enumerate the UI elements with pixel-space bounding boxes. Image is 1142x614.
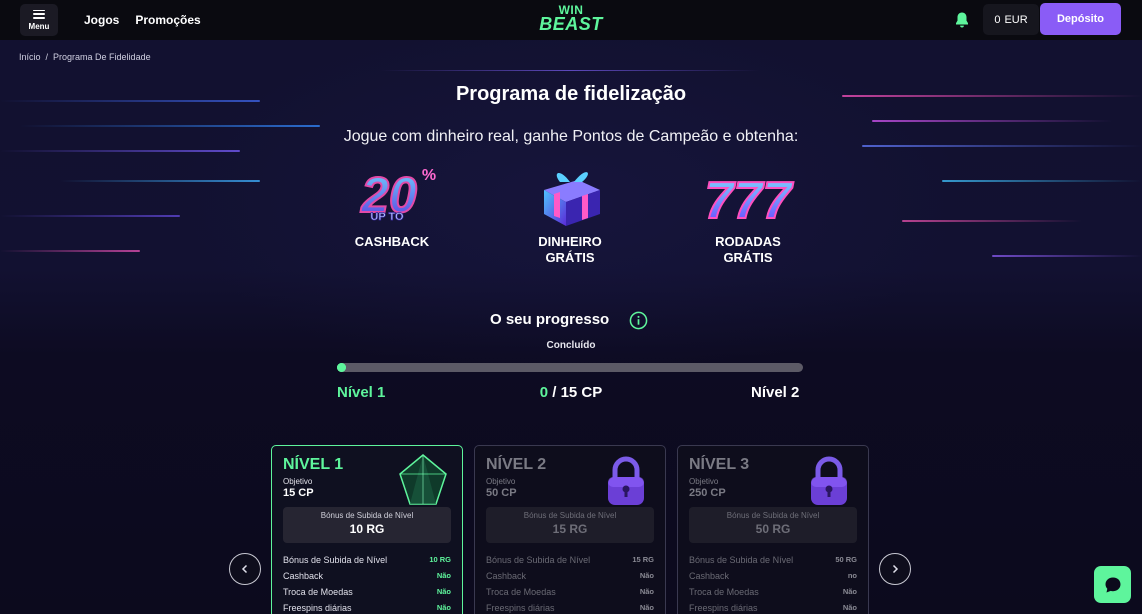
list-item: Bónus de Subida de Nível 10 RG <box>283 555 451 565</box>
list-item: Bónus de Subida de Nível 15 RG <box>486 555 654 565</box>
svg-text:777: 777 <box>705 172 794 230</box>
list-item: Bónus de Subida de Nível 50 RG <box>689 555 857 565</box>
breadcrumb-current: Programa De Fidelidade <box>53 52 151 62</box>
carousel-prev-button[interactable] <box>229 553 261 585</box>
menu-label: Menu <box>28 21 50 31</box>
progress-knob <box>337 363 346 372</box>
list-item: Cashback Não <box>283 571 451 581</box>
deposit-button[interactable]: Depósito <box>1040 3 1121 35</box>
level-card-1[interactable]: NÍVEL 1 Objetivo 15 CP Bónus de Subida d… <box>271 445 463 614</box>
progress-bar <box>337 363 803 372</box>
list-item: Cashback no <box>689 571 857 581</box>
nav-jogos[interactable]: Jogos <box>84 13 119 27</box>
bell-icon[interactable] <box>953 11 971 29</box>
green-crystal-icon <box>399 454 447 505</box>
progress-title: O seu progresso <box>490 311 610 328</box>
logo-beast: BEAST <box>539 14 603 34</box>
next-level: Nível 2 <box>751 384 800 401</box>
svg-text:UP TO: UP TO <box>370 211 404 223</box>
balance-amount: 0 <box>994 13 1001 26</box>
breadcrumb-home[interactable]: Início <box>19 52 41 62</box>
list-item: Freespins diárias Não <box>283 603 451 613</box>
padlock-icon <box>608 456 644 505</box>
benefit-rows: Bónus de Subida de Nível 10 RG Cashback Nã… <box>283 552 451 614</box>
benefit-label: CASHBACK <box>354 234 430 249</box>
page-subtitle: Jogue com dinheiro real, ganhe Pontos de… <box>343 128 799 145</box>
level-card-2[interactable]: NÍVEL 2 Objetivo 50 CP Bónus de Subida d… <box>474 445 666 614</box>
level-card-3[interactable]: NÍVEL 3 Objetivo 250 CP Bónus de Subida … <box>677 445 869 614</box>
info-icon[interactable] <box>629 311 648 330</box>
svg-text:%: % <box>422 167 436 184</box>
cashback-20-percent-icon: 20 % UP TO <box>322 162 462 230</box>
chat-bubble-icon <box>1105 577 1120 592</box>
chevron-right-icon <box>892 564 899 574</box>
gift-box-icon <box>500 162 640 230</box>
benefit-label: RODADAS GRÁTIS <box>715 234 781 265</box>
list-item: Troca de Moedas Não <box>486 587 654 597</box>
benefit-label: DINHEIRO GRÁTIS <box>538 234 602 265</box>
page-title: Programa de fidelização <box>455 83 687 105</box>
menu-button[interactable]: Menu <box>20 4 58 36</box>
points-target: 15 CP <box>560 384 603 401</box>
breadcrumb: Início / Programa De Fidelidade <box>19 52 151 62</box>
benefit-free-money: DINHEIRO GRÁTIS <box>500 162 640 266</box>
list-item: Freespins diárias Não <box>486 603 654 613</box>
balance-display[interactable]: 0 EUR <box>983 4 1039 35</box>
benefit-rows: Bónus de Subida de Nível 50 RG Cashback no… <box>689 552 857 614</box>
site-logo[interactable]: WIN BEAST <box>537 4 605 36</box>
list-item: Troca de Moedas Não <box>689 587 857 597</box>
nav-promocoes[interactable]: Promoções <box>135 13 200 27</box>
list-item: Troca de Moedas Não <box>283 587 451 597</box>
list-item: Freespins diárias Não <box>689 603 857 613</box>
points-current: 0 <box>539 384 549 401</box>
balance-currency: EUR <box>1004 13 1028 26</box>
benefit-rows: Bónus de Subida de Nível 15 RG Cashback Nã… <box>486 552 654 614</box>
level-up-bonus: Bónus de Subida de Nível 10 RG <box>283 507 451 543</box>
benefit-cashback: 20 % UP TO CASHBACK <box>322 162 462 250</box>
top-header: Menu Jogos Promoções WIN BEAST 0 EUR Dep… <box>0 0 1142 40</box>
level-up-bonus: Bónus de Subida de Nível 50 RG <box>689 507 857 543</box>
hamburger-icon <box>33 9 45 19</box>
padlock-icon <box>811 456 847 505</box>
progress-status: Concluído <box>546 340 596 351</box>
benefit-free-spins: 777 RODADAS GRÁTIS <box>678 162 818 266</box>
chevron-left-icon <box>241 564 248 574</box>
carousel-next-button[interactable] <box>879 553 911 585</box>
list-item: Cashback Não <box>486 571 654 581</box>
points-readout: 0 / 15 CP <box>539 384 603 401</box>
slot-777-icon: 777 <box>678 162 818 230</box>
chat-button[interactable] <box>1094 566 1131 603</box>
level-up-bonus: Bónus de Subida de Nível 15 RG <box>486 507 654 543</box>
